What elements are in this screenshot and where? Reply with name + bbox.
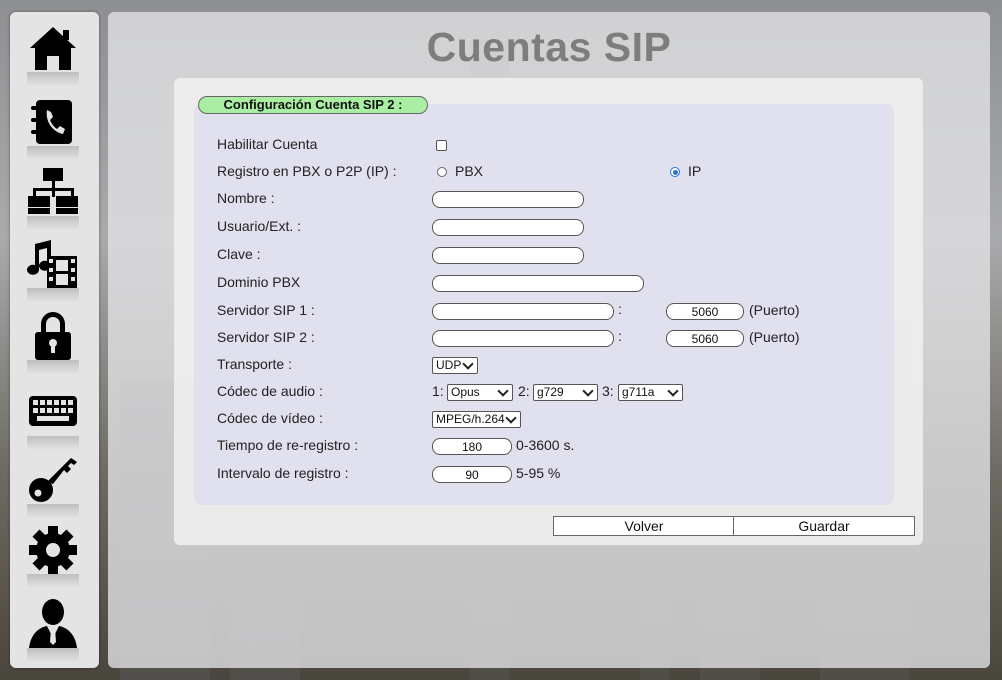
codec-audio-n3: 3: <box>602 383 614 399</box>
chevron-down-icon <box>462 358 474 370</box>
volver-button[interactable]: Volver <box>553 516 735 536</box>
registro-ip-radio[interactable] <box>670 167 680 177</box>
key-icon[interactable] <box>27 454 79 518</box>
servidor1-input[interactable] <box>432 303 614 320</box>
clave-input[interactable] <box>432 247 584 264</box>
nombre-label: Nombre : <box>217 190 275 206</box>
form-legend: Configuración Cuenta SIP 2 : <box>198 96 428 114</box>
keyboard-icon[interactable] <box>27 386 79 450</box>
dominio-input[interactable] <box>432 275 644 292</box>
registro-ip-label: IP <box>688 163 702 179</box>
tiempo-input[interactable] <box>432 438 512 455</box>
servidor1-separator: : <box>618 301 622 317</box>
chevron-down-icon <box>582 385 594 397</box>
tiempo-label: Tiempo de re-registro : <box>217 437 359 453</box>
intervalo-label: Intervalo de registro : <box>217 465 349 481</box>
network-icon[interactable] <box>27 166 79 230</box>
servidor2-input[interactable] <box>432 330 614 347</box>
servidor1-port-label: (Puerto) <box>749 302 800 318</box>
codec-audio-3-select[interactable]: g711a <box>618 384 683 401</box>
lock-icon[interactable] <box>27 310 79 374</box>
codec-video-value: MPEG/h.264 <box>436 412 505 426</box>
chevron-down-icon <box>505 412 517 424</box>
main-content: Cuentas SIP Configuración Cuenta SIP 2 :… <box>108 12 990 668</box>
codec-audio-label: Códec de audio : <box>217 383 323 399</box>
guardar-button[interactable]: Guardar <box>733 516 915 536</box>
codec-audio-n1: 1: <box>432 383 444 399</box>
servidor2-label: Servidor SIP 2 : <box>217 329 315 345</box>
codec-audio-2-value: g729 <box>537 385 564 399</box>
codec-audio-2-select[interactable]: g729 <box>533 384 598 401</box>
registro-label: Registro en PBX o P2P (IP) : <box>217 163 397 179</box>
clave-label: Clave : <box>217 246 261 262</box>
transporte-value: UDP <box>436 358 462 372</box>
servidor2-port-label: (Puerto) <box>749 329 800 345</box>
media-icon[interactable] <box>27 238 79 302</box>
user-icon[interactable] <box>27 598 79 662</box>
gear-icon[interactable] <box>27 524 79 588</box>
habilitar-checkbox[interactable] <box>436 140 447 151</box>
sidebar <box>10 12 99 668</box>
servidor1-port-input[interactable] <box>666 303 744 320</box>
codec-audio-3-value: g711a <box>622 385 655 399</box>
registro-pbx-label: PBX <box>455 163 484 179</box>
intervalo-input[interactable] <box>432 466 512 483</box>
chevron-down-icon <box>667 385 679 397</box>
dominio-label: Dominio PBX <box>217 274 301 290</box>
sip-account-panel: Configuración Cuenta SIP 2 : Habilitar C… <box>174 78 923 545</box>
codec-audio-1-value: Opus <box>451 385 480 399</box>
chevron-down-icon <box>497 385 509 397</box>
servidor2-separator: : <box>618 328 622 344</box>
transporte-label: Transporte : <box>217 356 292 372</box>
servidor1-label: Servidor SIP 1 : <box>217 302 315 318</box>
transporte-select[interactable]: UDP <box>432 357 478 374</box>
codec-audio-n2: 2: <box>518 383 530 399</box>
page-title: Cuentas SIP <box>426 24 672 70</box>
nombre-input[interactable] <box>432 191 584 208</box>
usuario-label: Usuario/Ext. : <box>217 218 302 234</box>
tiempo-range: 0-3600 s. <box>516 437 575 453</box>
phonebook-icon[interactable] <box>27 96 79 160</box>
usuario-input[interactable] <box>432 219 584 236</box>
home-icon[interactable] <box>27 22 79 86</box>
intervalo-range: 5-95 % <box>516 465 561 481</box>
servidor2-port-input[interactable] <box>666 330 744 347</box>
registro-pbx-radio[interactable] <box>437 167 447 177</box>
codec-video-label: Códec de vídeo : <box>217 410 323 426</box>
habilitar-label: Habilitar Cuenta <box>217 136 318 152</box>
codec-audio-1-select[interactable]: Opus <box>447 384 513 401</box>
codec-video-select[interactable]: MPEG/h.264 <box>432 411 521 428</box>
